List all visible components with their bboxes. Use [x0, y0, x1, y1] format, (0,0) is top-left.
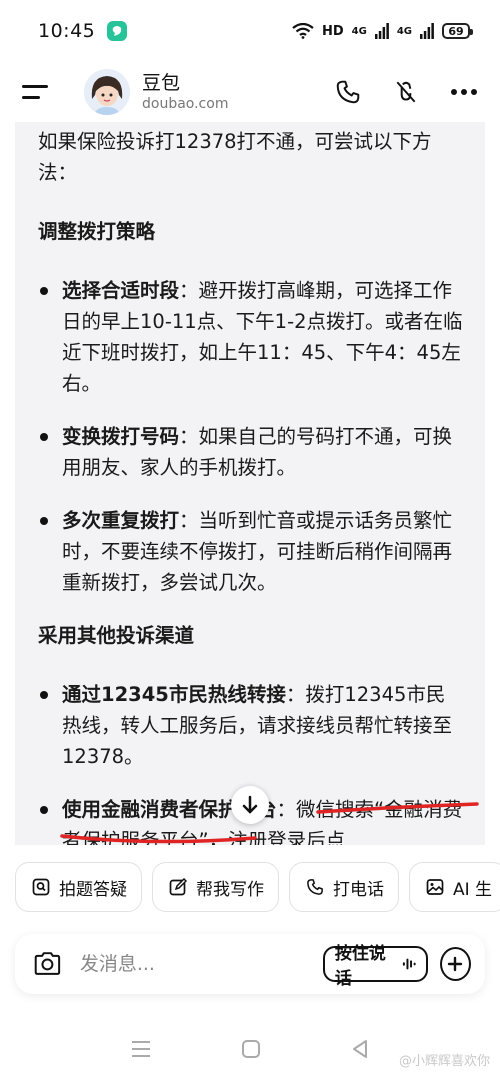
signal-4g-label: 4G	[351, 25, 367, 37]
chip-call[interactable]: 打电话	[289, 862, 399, 912]
chip-label: 拍题答疑	[59, 879, 127, 900]
list-item: 选择合适时段：避开拨打高峰期，可选择工作日的早上10-11点、下午1-2点拨打。…	[38, 275, 463, 399]
message-intro: 如果保险投诉打12378打不通，可尝试以下方法：	[38, 130, 432, 184]
chat-header: 豆包 doubao.com	[0, 62, 500, 122]
add-button[interactable]	[439, 947, 472, 981]
message-input-bar: 按住说话	[15, 934, 485, 994]
list-item: 变换拨打号码：如果自己的号码打不通，可换用朋友、家人的手机拨打。	[38, 421, 463, 483]
call-button[interactable]	[332, 76, 364, 108]
wifi-icon	[292, 23, 314, 39]
item-body: ，注册登录后点	[208, 829, 346, 845]
image-icon	[426, 879, 444, 895]
section-title: 调整拨打策略	[38, 220, 156, 243]
item-title: 变换拨打号码	[62, 425, 180, 448]
chip-ai-image[interactable]: AI 生	[409, 862, 500, 912]
hold-to-talk-button[interactable]: 按住说话	[322, 944, 428, 989]
assistant-message: 如果保险投诉打12378打不通，可尝试以下方法： 调整拨打策略 选择合适时段：避…	[15, 122, 485, 845]
more-button[interactable]	[448, 76, 480, 108]
speaker-muted-icon	[396, 81, 416, 103]
status-indicators: HD 4G 4G 69	[292, 23, 473, 39]
plus-icon	[448, 956, 463, 972]
bot-info: 豆包 doubao.com	[142, 71, 228, 113]
battery-icon: 69	[442, 23, 473, 39]
chip-label: AI 生	[453, 879, 493, 900]
bot-name: 豆包	[142, 72, 181, 94]
home-icon[interactable]	[241, 1039, 261, 1059]
network-type: HD	[321, 23, 344, 39]
bullet-list: 选择合适时段：避开拨打高峰期，可选择工作日的早上10-11点、下午1-2点拨打。…	[38, 275, 463, 598]
list-item: 多次重复拨打：当听到忙音或提示话务员繁忙时，不要连续不停拨打，可挂断后稍作间隔再…	[38, 505, 463, 598]
signal-bars-icon-2	[420, 23, 434, 39]
chip-photo-question[interactable]: 拍题答疑	[15, 862, 142, 912]
hold-to-talk-label: 按住说话	[334, 944, 386, 989]
watermark: @小辉辉喜欢你	[398, 1054, 490, 1069]
scroll-to-bottom-button[interactable]	[231, 786, 269, 824]
recents-icon[interactable]	[131, 1040, 151, 1058]
signal-bars-icon	[374, 23, 389, 39]
phone-icon	[307, 879, 323, 895]
more-dots-icon	[451, 89, 477, 95]
photo-question-icon	[32, 878, 50, 896]
bot-domain: doubao.com	[142, 96, 229, 112]
item-body: ：	[276, 798, 297, 821]
mute-button[interactable]	[390, 76, 422, 108]
item-title: 选择合适时段	[62, 279, 180, 302]
avatar[interactable]	[84, 69, 130, 115]
notification-app-icon	[107, 21, 128, 41]
status-bar: 10:45 HD 4G 4G 69	[0, 0, 500, 62]
chip-label: 打电话	[333, 879, 384, 900]
arrow-down-icon	[242, 795, 258, 814]
camera-icon[interactable]	[33, 949, 62, 979]
message-input[interactable]	[79, 953, 323, 975]
menu-icon[interactable]	[22, 74, 58, 110]
item-title: 通过12345市民热线转接	[62, 683, 286, 706]
chip-label: 帮我写作	[196, 879, 264, 900]
chip-writing[interactable]: 帮我写作	[152, 862, 279, 912]
item-title: 多次重复拨打	[62, 509, 180, 532]
back-icon[interactable]	[351, 1039, 369, 1059]
status-time: 10:45	[38, 20, 96, 42]
pen-edit-icon	[169, 878, 187, 896]
quick-actions: 拍题答疑 帮我写作 打电话 AI 生	[15, 862, 500, 912]
section-title: 采用其他投诉渠道	[38, 624, 195, 647]
signal-4g-label-2: 4G	[396, 25, 412, 37]
phone-icon	[336, 80, 360, 104]
list-item: 通过12345市民热线转接：拨打12345市民热线，转人工服务后，请求接线员帮忙…	[38, 679, 463, 772]
voice-wave-icon	[402, 958, 416, 970]
